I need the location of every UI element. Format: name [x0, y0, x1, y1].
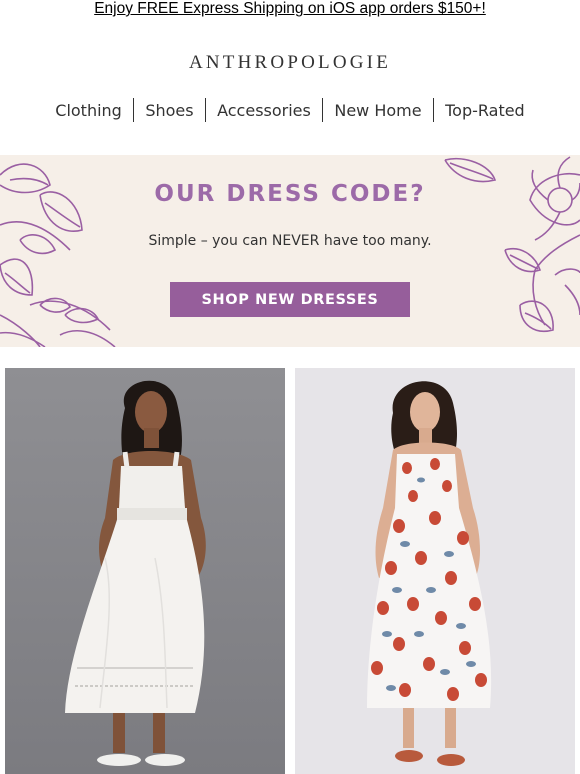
nav-item-accessories[interactable]: Accessories — [206, 101, 322, 120]
dress-promo-banner[interactable]: OUR DRESS CODE? Simple – you can NEVER h… — [0, 155, 580, 347]
nav-item-shoes[interactable]: Shoes — [134, 101, 204, 120]
brand-logo[interactable]: ANTHROPOLOGIE — [0, 52, 580, 74]
banner-subtext: Simple – you can NEVER have too many. — [148, 233, 432, 249]
product-image-strawberry-dress[interactable] — [295, 368, 575, 774]
product-image-white-dress[interactable] — [5, 368, 285, 774]
strawberry-dress-illustration — [295, 368, 575, 774]
nav-item-new-home[interactable]: New Home — [323, 101, 432, 120]
nav-item-clothing[interactable]: Clothing — [44, 101, 133, 120]
nav-item-top-rated[interactable]: Top-Rated — [434, 101, 536, 120]
shop-new-dresses-button[interactable]: SHOP NEW DRESSES — [170, 282, 410, 317]
banner-headline: OUR DRESS CODE? — [154, 181, 426, 207]
main-nav: Clothing Shoes Accessories New Home Top-… — [0, 97, 580, 123]
promo-bar: Enjoy FREE Express Shipping on iOS app o… — [0, 0, 580, 20]
white-dress-illustration — [5, 368, 285, 774]
promo-link[interactable]: Enjoy FREE Express Shipping on iOS app o… — [94, 0, 486, 17]
